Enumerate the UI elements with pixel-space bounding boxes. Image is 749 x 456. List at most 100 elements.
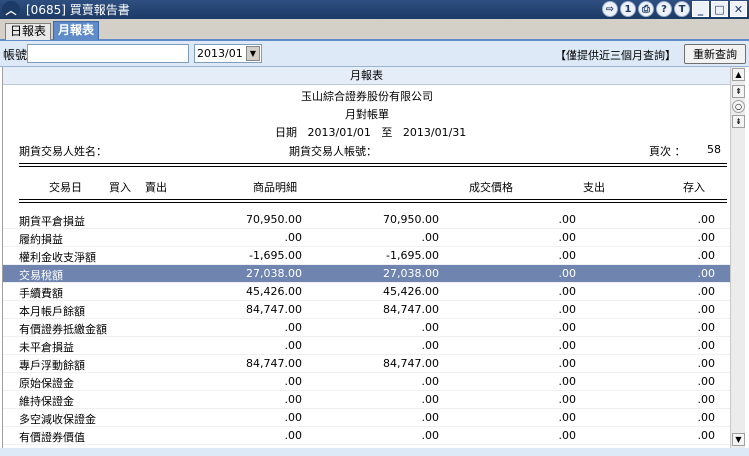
table-row[interactable]: 未平倉損益 .00 .00 .00 .00	[3, 337, 730, 355]
row-label: 原始保證金	[19, 377, 74, 390]
col-product-detail: 商品明細	[253, 181, 297, 194]
close-button[interactable]: ✕	[730, 1, 747, 17]
row-label: 有價證券抵繳金額	[19, 323, 107, 336]
row-expense: .00	[558, 213, 577, 226]
row-price-amount: .00	[421, 411, 440, 424]
row-product-amount: 45,426.00	[246, 285, 302, 298]
statement-title: 月對帳單	[345, 108, 389, 121]
data-table: 期貨平倉損益 70,950.00 70,950.00 .00 .00 履約損益 .00 .00…	[3, 211, 730, 445]
row-price-amount: .00	[421, 429, 440, 442]
row-label: 手續費額	[19, 287, 63, 300]
col-deposit: 存入	[683, 181, 705, 194]
table-row[interactable]: 交易稅額 27,038.00 27,038.00 .00 .00	[3, 265, 730, 283]
help-icon[interactable]: ?	[656, 1, 672, 17]
row-product-amount: .00	[284, 411, 303, 424]
row-deposit: .00	[697, 375, 716, 388]
row-expense: .00	[558, 357, 577, 370]
title-controls: ⇨ 1 ⎙ ? T _ □ ✕	[602, 1, 747, 17]
row-product-amount: 84,747.00	[246, 357, 302, 370]
text-icon[interactable]: T	[674, 1, 690, 17]
table-row[interactable]: 原始保證金 .00 .00 .00 .00	[3, 373, 730, 391]
table-row[interactable]: 手續費額 45,426.00 45,426.00 .00 .00	[3, 283, 730, 301]
row-expense: .00	[558, 321, 577, 334]
row-deposit: .00	[697, 267, 716, 280]
table-row[interactable]: 履約損益 .00 .00 .00 .00	[3, 229, 730, 247]
info-icon[interactable]: 1	[620, 1, 636, 17]
minimize-button[interactable]: _	[692, 1, 709, 17]
report-area: 月報表 玉山綜合證券股份有限公司 月對帳單 日期 2013/01/01 至 20…	[2, 67, 730, 448]
col-expense: 支出	[583, 181, 605, 194]
chevron-down-icon[interactable]: ▼	[246, 46, 260, 61]
title-bar: ︿ [0685] 買賣報告書 ⇨ 1 ⎙ ? T _ □ ✕	[0, 0, 749, 19]
export-icon[interactable]: ⇨	[602, 1, 618, 17]
trader-name-label: 期貨交易人姓名：	[19, 145, 107, 158]
page-value: 58	[707, 143, 721, 156]
table-row[interactable]: 專戶浮動餘額 84,747.00 84,747.00 .00 .00	[3, 355, 730, 373]
row-product-amount: .00	[284, 231, 303, 244]
table-row[interactable]: 多空減收保證金 .00 .00 .00 .00	[3, 409, 730, 427]
row-price-amount: .00	[421, 321, 440, 334]
tab-monthly-report[interactable]: 月報表	[53, 21, 100, 40]
vertical-scrollbar[interactable]: ▲ ⇞ ○ ⇟ ▼	[730, 67, 745, 448]
print-icon[interactable]: ⎙	[638, 1, 654, 17]
row-price-amount: .00	[421, 339, 440, 352]
account-label: 帳號	[3, 48, 28, 62]
refresh-button[interactable]: 重新查詢	[684, 44, 746, 64]
tab-daily-report[interactable]: 日報表	[5, 23, 52, 40]
company-name: 玉山綜合證券股份有限公司	[301, 90, 433, 103]
row-deposit: .00	[697, 303, 716, 316]
date-label: 日期	[275, 126, 297, 139]
col-trade-date: 交易日	[49, 181, 82, 194]
window-title: [0685] 買賣報告書	[26, 3, 130, 17]
row-product-amount: .00	[284, 321, 303, 334]
row-price-amount: .00	[421, 375, 440, 388]
row-price-amount: .00	[421, 393, 440, 406]
row-deposit: .00	[697, 249, 716, 262]
row-expense: .00	[558, 411, 577, 424]
row-expense: .00	[558, 249, 577, 262]
row-expense: .00	[558, 393, 577, 406]
row-price-amount: 27,038.00	[383, 267, 439, 280]
table-row[interactable]: 期貨平倉損益 70,950.00 70,950.00 .00 .00	[3, 211, 730, 229]
scroll-center-icon[interactable]: ○	[732, 100, 745, 113]
row-deposit: .00	[697, 285, 716, 298]
row-expense: .00	[558, 303, 577, 316]
col-sell: 賣出	[145, 181, 167, 194]
month-select[interactable]: 2013/01 ▼	[194, 44, 262, 63]
row-product-amount: .00	[284, 375, 303, 388]
row-deposit: .00	[697, 321, 716, 334]
col-trade-price: 成交價格	[469, 181, 513, 194]
row-label: 權利金收支淨額	[19, 251, 96, 264]
app-logo-icon: ︿	[2, 1, 20, 18]
row-price-amount: 84,747.00	[383, 303, 439, 316]
row-product-amount: 84,747.00	[246, 303, 302, 316]
row-price-amount: .00	[421, 231, 440, 244]
row-label: 維持保證金	[19, 395, 74, 408]
row-product-amount: 70,950.00	[246, 213, 302, 226]
scroll-up-icon[interactable]: ▲	[732, 68, 745, 81]
row-price-amount: 84,747.00	[383, 357, 439, 370]
row-expense: .00	[558, 231, 577, 244]
row-label: 交易稅額	[19, 269, 63, 282]
row-label: 本月帳戶餘額	[19, 305, 85, 318]
date-range: 日期 2013/01/01 至 2013/01/31	[275, 124, 466, 140]
month-value: 2013/01	[197, 47, 243, 60]
table-row[interactable]: 有價證券價值 .00 .00 .00 .00	[3, 427, 730, 445]
row-price-amount: 45,426.00	[383, 285, 439, 298]
table-row[interactable]: 權利金收支淨額 -1,695.00 -1,695.00 .00 .00	[3, 247, 730, 265]
table-row[interactable]: 有價證券抵繳金額 .00 .00 .00 .00	[3, 319, 730, 337]
scroll-down-icon[interactable]: ▼	[732, 433, 745, 446]
row-deposit: .00	[697, 357, 716, 370]
row-label: 專戶浮動餘額	[19, 359, 85, 372]
maximize-button[interactable]: □	[711, 1, 728, 17]
report-header: 月報表	[3, 67, 730, 85]
filter-bar: 帳號 2013/01 ▼ 【僅提供近三個月查詢】 重新查詢	[0, 41, 749, 67]
scroll-bottom-icon[interactable]: ⇟	[732, 115, 745, 128]
table-row[interactable]: 維持保證金 .00 .00 .00 .00	[3, 391, 730, 409]
table-row[interactable]: 本月帳戶餘額 84,747.00 84,747.00 .00 .00	[3, 301, 730, 319]
account-input[interactable]	[27, 44, 189, 63]
row-label: 履約損益	[19, 233, 63, 246]
row-expense: .00	[558, 267, 577, 280]
scroll-top-icon[interactable]: ⇞	[732, 85, 745, 98]
row-price-amount: -1,695.00	[386, 249, 439, 262]
